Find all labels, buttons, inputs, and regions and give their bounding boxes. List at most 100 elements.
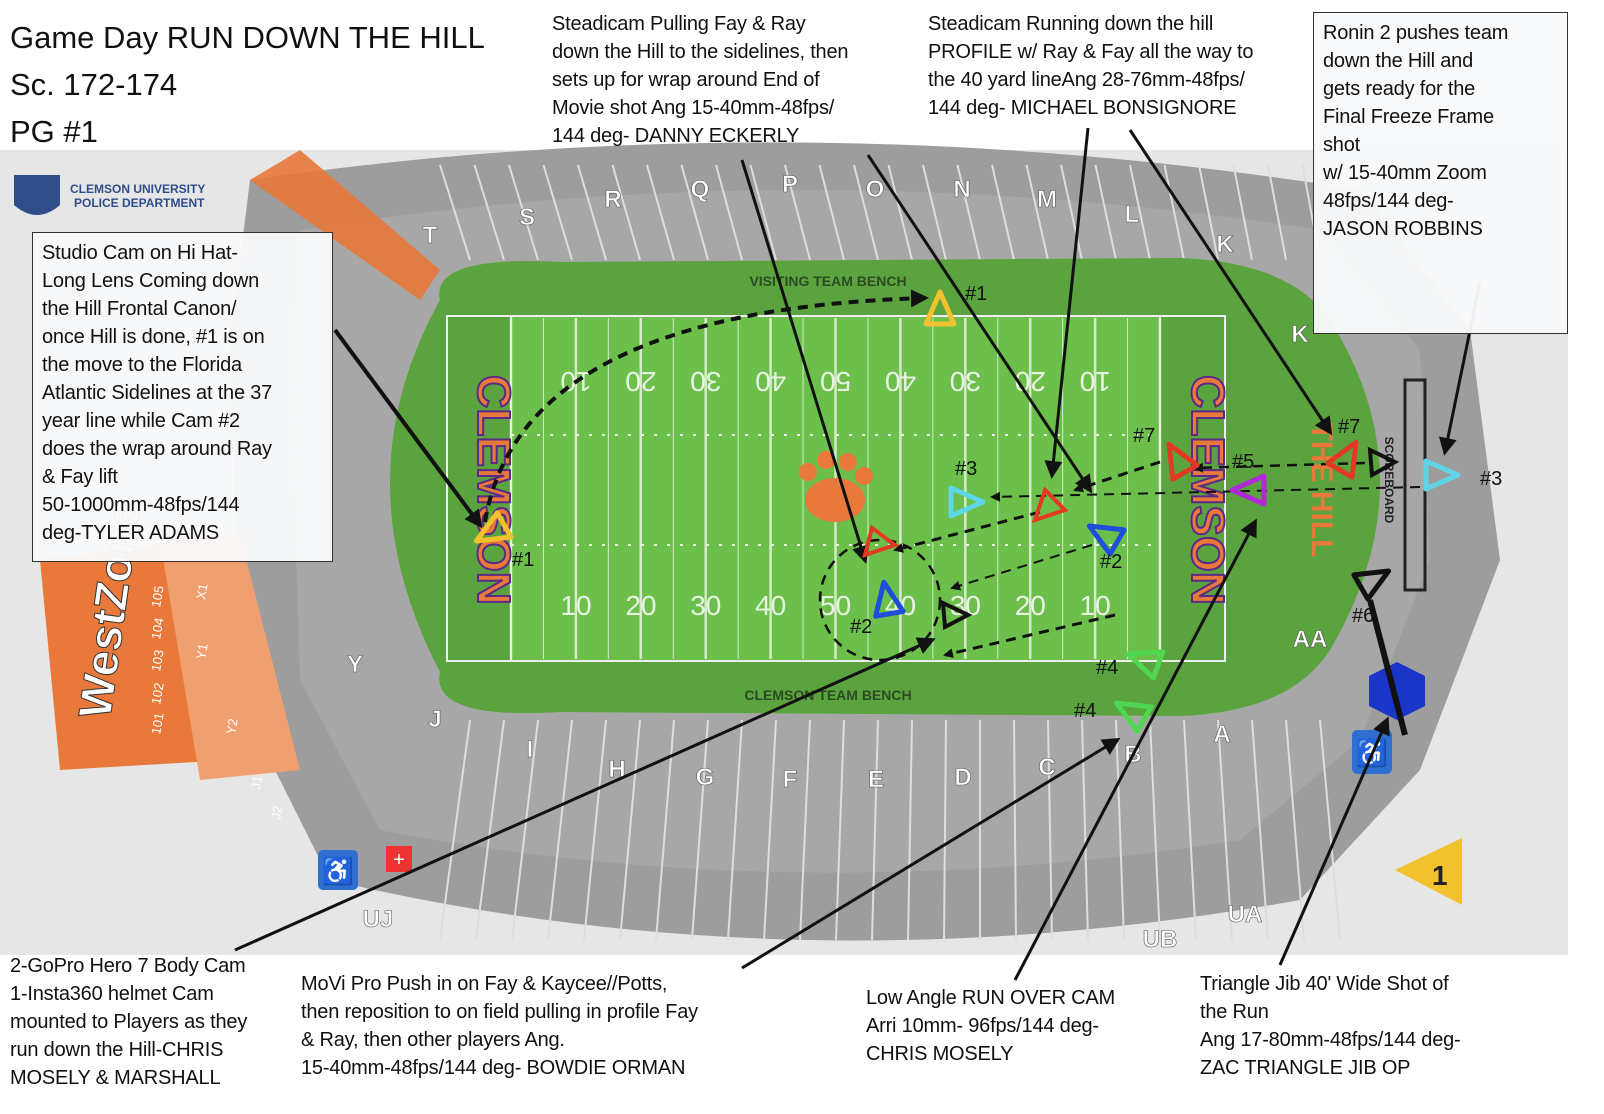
svg-text:♿: ♿ (322, 856, 354, 886)
note-line: JASON ROBBINS (1323, 218, 1483, 240)
note-line: 1-Insta360 helmet Cam (10, 983, 214, 1005)
note-line: 144 deg- MICHAEL BONSIGNORE (928, 97, 1237, 119)
note-line: gets ready for the (1323, 78, 1476, 100)
section-label: R (604, 186, 621, 213)
camera-label: #2 (1100, 551, 1122, 573)
accessibility-icon: ♿ (318, 850, 358, 890)
section-label: N (953, 176, 970, 203)
note-line: Arri 10mm- 96fps/144 deg- (866, 1015, 1099, 1037)
visiting-bench-label: VISITING TEAM BENCH (749, 273, 906, 289)
note-line: 48fps/144 deg- (1323, 190, 1454, 212)
note-line: Long Lens Coming down (42, 270, 260, 292)
gate-number: 1 (1432, 860, 1448, 891)
yard-number: 40 (885, 366, 916, 397)
camera-label: #1 (512, 549, 534, 571)
note-line: run down the Hill-CHRIS (10, 1039, 224, 1061)
section-label: O (866, 176, 885, 203)
note-line: Triangle Jib 40' Wide Shot of (1200, 973, 1449, 995)
yard-number: 20 (1015, 590, 1046, 621)
note-line: the move to the Florida (42, 354, 242, 376)
east-endzone-text: CLEMSON (1182, 375, 1234, 605)
yard-number: 40 (755, 590, 786, 621)
scene-number: Sc. 172-174 (10, 67, 178, 102)
note-line: Low Angle RUN OVER CAM (866, 987, 1116, 1009)
svg-text:CLEMSON UNIVERSITY: CLEMSON UNIVERSITY (70, 182, 205, 196)
note-line: 50-1000mm-48fps/144 (42, 494, 240, 516)
yard-number: 50 (820, 366, 851, 397)
yard-number: 50 (820, 590, 851, 621)
yard-number: 20 (625, 366, 656, 397)
section-label: E (868, 766, 884, 793)
note-line: down the Hill and (1323, 50, 1474, 72)
section-label: I (527, 736, 534, 763)
section-label: L (1125, 201, 1140, 228)
note-line: once Hill is done, #1 is on (42, 326, 265, 348)
note-line: PROFILE w/ Ray & Fay all the way to (928, 41, 1254, 63)
camera-label: #4 (1096, 657, 1118, 679)
movi-note: MoVi Pro Push in on Fay & Kaycee//Potts,… (301, 970, 698, 1082)
camera-label: #6 (1352, 605, 1374, 627)
note-line: Final Freeze Frame (1323, 106, 1494, 128)
camera-label: #2 (850, 616, 872, 638)
note-line: MOSELY & MARSHALL (10, 1067, 221, 1089)
note-line: sets up for wrap around End of (552, 69, 820, 91)
note-line: CHRIS MOSELY (866, 1043, 1014, 1065)
camera-label: #4 (1074, 700, 1096, 722)
svg-text:+: + (393, 849, 405, 871)
note-line: 2-GoPro Hero 7 Body Cam (10, 955, 246, 977)
west-section-label: X1 (193, 582, 211, 600)
yard-number: 30 (950, 366, 981, 397)
studio-cam-note: Studio Cam on Hi Hat- Long Lens Coming do… (32, 232, 333, 562)
note-line: deg-TYLER ADAMS (42, 522, 220, 544)
scoreboard-label: SCOREBOARD (1382, 437, 1396, 524)
note-line: 144 deg- DANNY ECKERLY (552, 125, 800, 147)
note-line: Steadicam Pulling Fay & Ray (552, 13, 806, 35)
note-line: Ang 17-80mm-48fps/144 deg- (1200, 1029, 1461, 1051)
camera-label: #7 (1133, 425, 1155, 447)
section-label: T (423, 222, 438, 249)
section-label: J (428, 706, 441, 733)
note-line: mounted to Players as they (10, 1011, 248, 1033)
camera-label: #3 (1480, 468, 1502, 490)
west-section-label: J2 (268, 804, 285, 820)
section-label: F (783, 766, 798, 793)
section-label: K (1216, 231, 1234, 258)
section-label: P (782, 171, 798, 198)
yard-number: 30 (690, 366, 721, 397)
title-line: Game Day RUN DOWN THE HILL (10, 20, 485, 55)
steadicam-running-note: Steadicam Running down the hill PROFILE w… (928, 10, 1254, 122)
note-line: does the wrap around Ray (42, 438, 272, 460)
page-number: PG #1 (10, 114, 98, 149)
note-line: Atlantic Sidelines at the 37 (42, 382, 273, 404)
note-line: down the Hill to the sidelines, then (552, 41, 849, 63)
note-line: the Hill Frontal Canon/ (42, 298, 237, 320)
camera-label: #3 (955, 458, 977, 480)
note-line: MoVi Pro Push in on Fay & Kaycee//Potts, (301, 973, 668, 995)
ronin-note: Ronin 2 pushes team down the Hill and gets… (1313, 12, 1568, 334)
yard-number: 10 (560, 590, 591, 621)
section-label: Y (347, 651, 363, 678)
section-label: G (696, 764, 715, 791)
note-line: Movie shot Ang 15-40mm-48fps/ (552, 97, 835, 119)
triangle-jib-note: Triangle Jib 40' Wide Shot of the Run Ang … (1200, 970, 1461, 1082)
first-aid-icon: + (386, 846, 412, 872)
section-label: C (1038, 754, 1055, 781)
west-section-label: J1 (248, 774, 265, 790)
west-section-label: Y1 (193, 642, 211, 660)
camera-label: #5 (1232, 451, 1254, 473)
section-label: UJ (363, 906, 394, 933)
section-label: S (519, 204, 535, 231)
note-line: the Run (1200, 1001, 1269, 1023)
yard-number: 40 (755, 366, 786, 397)
note-line: 15-40mm-48fps/144 deg- BOWDIE ORMAN (301, 1057, 686, 1079)
section-label: A (1213, 721, 1230, 748)
section-label: Q (691, 176, 710, 203)
gopro-note: 2-GoPro Hero 7 Body Cam 1-Insta360 helmet… (10, 952, 247, 1092)
section-label: M (1037, 186, 1057, 213)
section-label: AA (1293, 626, 1328, 653)
note-line: w/ 15-40mm Zoom (1323, 162, 1487, 184)
note-line: Steadicam Running down the hill (928, 13, 1214, 35)
note-line: ZAC TRIANGLE JIB OP (1200, 1057, 1411, 1079)
note-line: year line while Cam #2 (42, 410, 240, 432)
section-label: UA (1228, 901, 1263, 928)
